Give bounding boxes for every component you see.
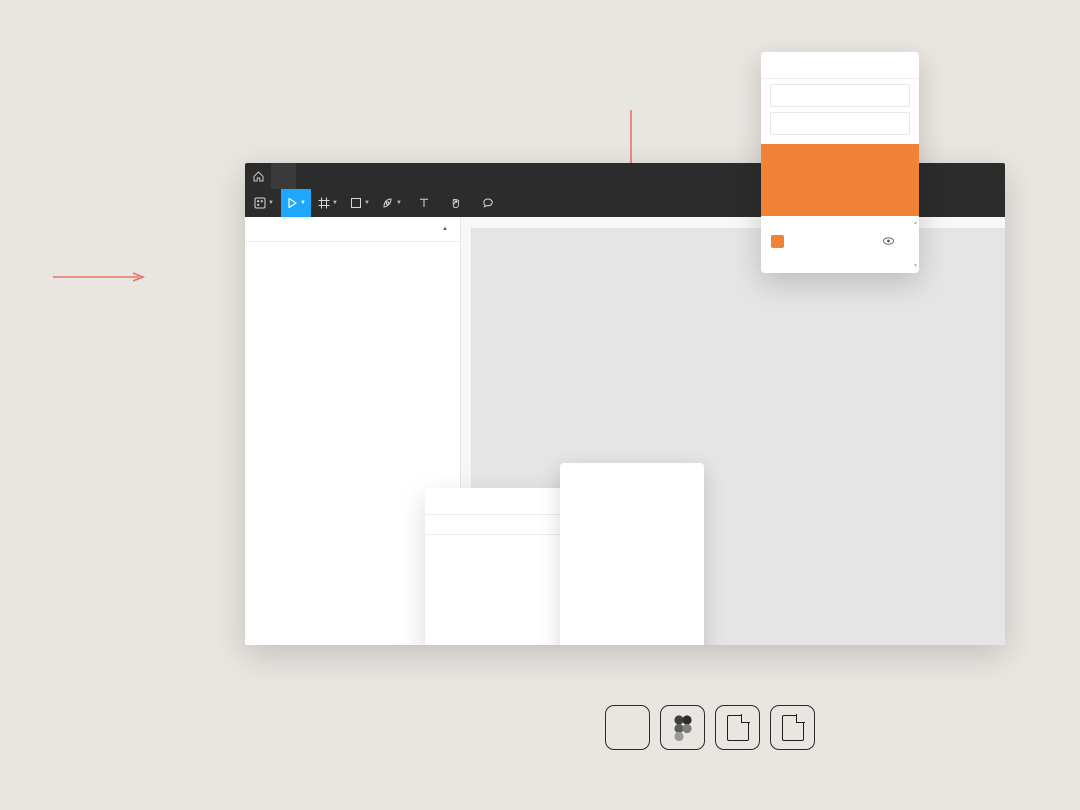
text-tool[interactable] <box>409 189 439 217</box>
move-tool[interactable]: ▼ <box>281 189 311 217</box>
style-name-input[interactable] <box>770 84 910 107</box>
properties-scrollbar[interactable]: ▲ ▼ <box>913 220 918 269</box>
figma-tab-active[interactable] <box>271 163 296 189</box>
edit-style-panel: ▲ ▼ <box>761 52 919 273</box>
figma-home-icon[interactable] <box>245 163 271 189</box>
png-file-icon <box>727 715 749 741</box>
figma-body: ▲ <box>245 217 1005 645</box>
pen-tool[interactable]: ▼ <box>377 189 407 217</box>
svg-file-icon <box>782 715 804 741</box>
chevron-down-icon: ▼ <box>396 200 402 206</box>
chevron-up-icon: ▲ <box>442 226 448 232</box>
format-badge-png[interactable] <box>715 705 760 750</box>
figma-icon <box>674 715 692 741</box>
edit-style-header <box>761 52 919 79</box>
chevron-down-icon: ▼ <box>364 200 370 206</box>
property-color-swatch[interactable] <box>771 235 784 248</box>
eye-icon[interactable] <box>883 237 894 247</box>
format-badge-svg[interactable] <box>770 705 815 750</box>
menu-tool[interactable]: ▼ <box>249 189 279 217</box>
page-selector[interactable]: ▲ <box>438 226 448 232</box>
shape-tool[interactable]: ▼ <box>345 189 375 217</box>
left-panel-tabs: ▲ <box>245 217 460 242</box>
left-panel-pages-label <box>245 242 460 258</box>
arrow-right-icon <box>53 272 146 282</box>
format-badges <box>605 705 815 750</box>
format-badge-ai[interactable] <box>605 705 650 750</box>
property-row <box>771 235 909 248</box>
new-tab-button[interactable] <box>296 163 316 189</box>
chevron-down-icon: ▼ <box>300 200 306 206</box>
color-styles-popup <box>560 463 704 645</box>
hand-tool[interactable] <box>441 189 471 217</box>
chevron-down-icon: ▼ <box>268 200 274 206</box>
properties-section: ▲ ▼ <box>761 216 919 273</box>
chevron-down-icon: ▼ <box>332 200 338 206</box>
style-description-input[interactable] <box>770 112 910 135</box>
format-badge-figma[interactable] <box>660 705 705 750</box>
chevron-up-icon: ▲ <box>913 220 918 226</box>
comment-tool[interactable] <box>473 189 503 217</box>
chevron-down-icon: ▼ <box>913 263 918 269</box>
style-color-preview[interactable] <box>761 144 919 216</box>
frame-tool[interactable]: ▼ <box>313 189 343 217</box>
